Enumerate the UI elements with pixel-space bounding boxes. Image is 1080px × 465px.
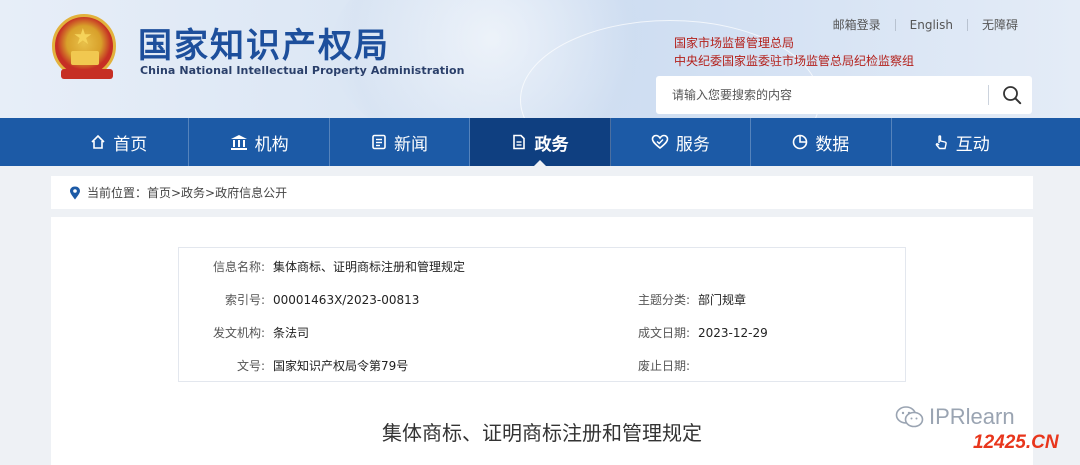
site-header: ★ 国家知识产权局 China National Intellectual Pr…	[0, 0, 1080, 118]
search-divider	[988, 85, 989, 105]
search-input[interactable]	[656, 76, 986, 114]
info-date-label: 成文日期:	[637, 326, 690, 340]
info-index-label: 索引号:	[224, 293, 265, 307]
info-issuer-value: 条法司	[273, 326, 310, 340]
nav-label: 互动	[955, 134, 990, 155]
accessibility-link[interactable]: 无障碍	[968, 16, 1032, 33]
info-abolish-label: 废止日期:	[637, 359, 690, 373]
site-title-en: China National Intellectual Property Adm…	[140, 64, 465, 77]
national-emblem-icon: ★	[52, 14, 116, 79]
nav-item-institution[interactable]: 机构	[189, 118, 330, 166]
info-docno-value: 国家知识产权局令第79号	[273, 359, 409, 373]
location-pin-icon	[69, 186, 81, 200]
document-title: 集体商标、证明商标注册和管理规定	[382, 421, 702, 445]
affiliation-samr-link[interactable]: 国家市场监督管理总局	[674, 34, 914, 52]
nav-item-service[interactable]: 服务	[611, 118, 752, 166]
top-links: 邮箱登录 English 无障碍	[819, 16, 1032, 33]
nav-item-home[interactable]: 首页	[49, 118, 190, 166]
service-icon	[651, 134, 669, 150]
info-index-value: 00001463X/2023-00813	[273, 292, 420, 307]
info-row-name: 信息名称: 集体商标、证明商标注册和管理规定	[179, 250, 907, 283]
wechat-watermark-text: IPRlearn	[929, 404, 1015, 429]
english-link[interactable]: English	[896, 18, 967, 32]
home-icon	[90, 134, 106, 150]
info-docno-label: 文号:	[236, 359, 265, 373]
nav-label: 首页	[113, 134, 148, 155]
info-date-value: 2023-12-29	[698, 325, 768, 340]
institution-icon	[230, 134, 248, 150]
info-name-value: 集体商标、证明商标注册和管理规定	[273, 260, 466, 274]
affiliations: 国家市场监督管理总局 中央纪委国家监委驻市场监管总局纪检监察组	[674, 34, 914, 70]
info-row-issuer: 发文机构: 条法司 成文日期: 2023-12-29	[179, 316, 907, 349]
nav-label: 数据	[815, 134, 850, 155]
info-row-index: 索引号: 00001463X/2023-00813 主题分类: 部门规章	[179, 283, 907, 316]
content-panel: 信息名称: 集体商标、证明商标注册和管理规定 索引号: 00001463X/20…	[51, 217, 1033, 465]
info-topic-value: 部门规章	[698, 293, 747, 307]
news-icon	[371, 134, 387, 150]
affiliation-discipline-link[interactable]: 中央纪委国家监委驻市场监管总局纪检监察组	[674, 52, 914, 70]
affairs-icon	[511, 134, 527, 150]
site-title-cn[interactable]: 国家知识产权局	[138, 18, 390, 67]
mail-login-link[interactable]: 邮箱登录	[819, 16, 895, 33]
search-button[interactable]	[992, 76, 1032, 114]
nav-item-data[interactable]: 数据	[751, 118, 892, 166]
info-table: 信息名称: 集体商标、证明商标注册和管理规定 索引号: 00001463X/20…	[178, 247, 906, 382]
site-watermark: 12425.CN	[973, 432, 1059, 453]
nav-item-news[interactable]: 新闻	[330, 118, 471, 166]
nav-item-affairs[interactable]: 政务	[470, 118, 611, 167]
search-icon	[1003, 86, 1022, 105]
search-box	[656, 76, 1032, 114]
nav-label: 机构	[254, 134, 289, 155]
nav-label: 新闻	[394, 134, 429, 155]
data-icon	[792, 134, 808, 150]
nav-label: 政务	[534, 134, 569, 155]
info-name-label: 信息名称:	[212, 260, 265, 274]
breadcrumb: 当前位置：首页>政务>政府信息公开	[51, 176, 1033, 209]
info-topic-label: 主题分类:	[637, 293, 690, 307]
nav-item-interaction[interactable]: 互动	[892, 118, 1031, 166]
wechat-watermark: IPRlearn	[895, 404, 1015, 430]
main-nav: 首页 机构 新闻 政务 服务 数据 互动	[0, 118, 1080, 167]
interaction-icon	[933, 134, 949, 150]
wechat-icon	[895, 405, 925, 429]
info-row-docno: 文号: 国家知识产权局令第79号 废止日期:	[179, 349, 907, 382]
nav-label: 服务	[675, 134, 710, 155]
breadcrumb-text[interactable]: 当前位置：首页>政务>政府信息公开	[87, 184, 287, 201]
info-issuer-label: 发文机构:	[212, 326, 265, 340]
